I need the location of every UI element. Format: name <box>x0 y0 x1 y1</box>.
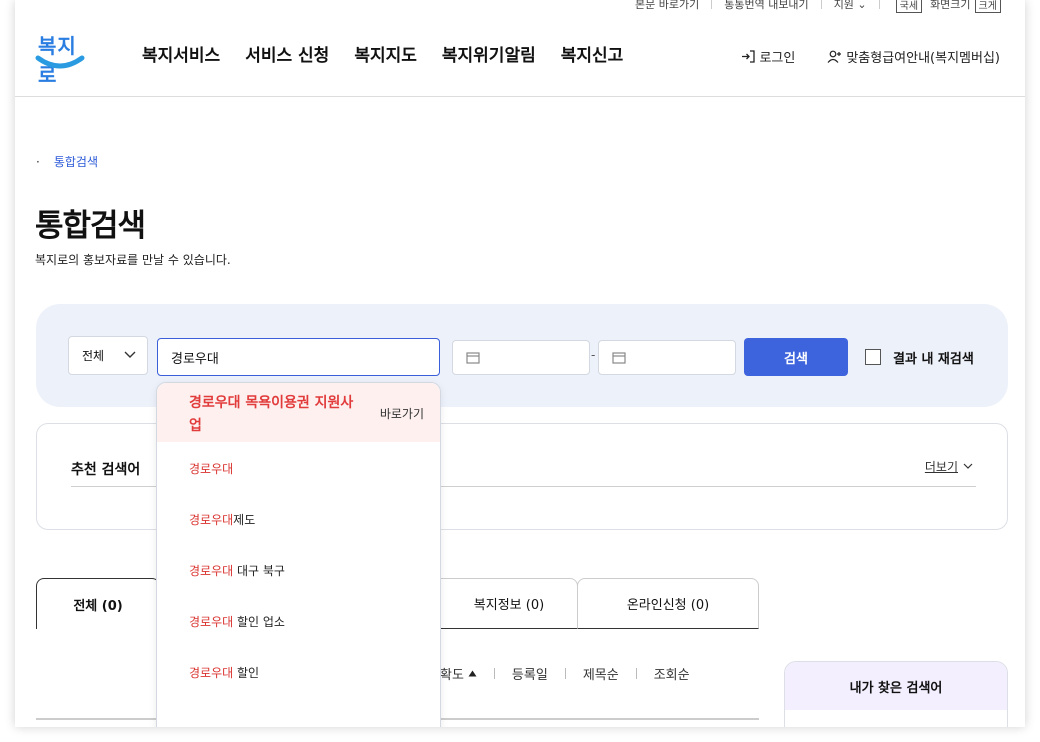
calendar-icon <box>612 351 626 364</box>
breadcrumb: · 통합검색 <box>36 153 98 170</box>
shortcut-title: 경로우대 목욕이용권 지원사업 <box>189 395 354 434</box>
my-searches-title: 내가 찾은 검색어 <box>785 662 1007 710</box>
divider <box>493 668 495 679</box>
autocomplete-item[interactable]: 경로우대 대구 북구 <box>189 562 285 579</box>
match-highlight: 경로우대 <box>189 666 234 680</box>
refine-search-label[interactable]: 결과 내 재검색 <box>893 348 974 367</box>
divider <box>635 668 637 679</box>
page-description: 복지로의 홍보자료를 만날 수 있습니다. <box>35 253 231 267</box>
calendar-icon <box>466 351 480 364</box>
suggestion-rest: 대구 북구 <box>233 564 285 578</box>
search-input[interactable] <box>157 338 440 376</box>
divider <box>564 668 566 679</box>
nav-welfare-service[interactable]: 복지서비스 <box>142 41 220 66</box>
date-range-dash: - <box>591 348 596 362</box>
autocomplete-item[interactable]: 경로우대제도 <box>189 511 255 528</box>
recommend-title: 추천 검색어 <box>71 462 141 478</box>
end-date-field[interactable] <box>598 340 736 375</box>
search-button[interactable]: 검색 <box>744 338 848 376</box>
shortcut-go-link[interactable]: 바로가기 <box>380 405 424 422</box>
sort-options: 확도 등록일 제목순 조회순 <box>440 664 690 683</box>
match-highlight: 경로우대 <box>189 615 234 629</box>
caret-up-icon <box>468 670 477 677</box>
membership-link[interactable]: 맞춤형급여안내(복지멤버십) <box>827 47 1000 66</box>
autocomplete-item[interactable]: 경로우대 할인 업소 <box>189 613 285 630</box>
sort-accuracy-label: 확도 <box>440 668 464 683</box>
category-value: 전체 <box>82 349 105 363</box>
suggestion-rest: 할인 업소 <box>233 615 285 629</box>
suggestion-rest: 제도 <box>233 513 256 527</box>
header-utility: 로그인 맞춤형급여안내(복지멤버십) <box>709 47 1000 66</box>
nav-welfare-map[interactable]: 복지지도 <box>354 41 417 66</box>
sort-registered[interactable]: 등록일 <box>512 664 548 683</box>
more-label: 더보기 <box>924 460 958 474</box>
autocomplete-shortcut-item[interactable]: 경로우대 목욕이용권 지원사업 바로가기 <box>157 383 440 442</box>
sort-title[interactable]: 제목순 <box>583 664 619 683</box>
breadcrumb-bullet: · <box>36 154 40 169</box>
tab-all[interactable]: 전체 (0) <box>36 578 160 629</box>
autocomplete-item[interactable]: 경로우대 할인 <box>189 664 259 681</box>
start-date-field[interactable] <box>452 340 590 375</box>
tab-welfare-info[interactable]: 복지정보 (0) <box>440 578 578 629</box>
match-highlight: 경로우대 <box>189 513 234 527</box>
membership-label: 맞춤형급여안내(복지멤버십) <box>846 51 1000 66</box>
breadcrumb-current[interactable]: 통합검색 <box>54 153 98 170</box>
page-title: 통합검색 <box>35 208 146 244</box>
user-plus-icon <box>827 50 842 63</box>
tab-online-apply[interactable]: 온라인신청 (0) <box>577 578 759 629</box>
login-label: 로그인 <box>759 51 796 66</box>
sort-accuracy[interactable]: 확도 <box>440 664 477 683</box>
nav-crisis-alert[interactable]: 복지위기알림 <box>442 41 536 66</box>
match-highlight: 경로우대 <box>189 462 234 476</box>
more-link[interactable]: 더보기 <box>925 458 973 475</box>
chevron-down-icon <box>124 351 136 358</box>
site-header: 복지로 복지서비스 서비스 신청 복지지도 복지위기알림 복지신고 로그인 맞춤… <box>15 0 1025 97</box>
login-icon <box>742 50 756 63</box>
autocomplete-item[interactable]: 경로우대 <box>189 460 233 477</box>
logo-smile-icon <box>35 55 85 69</box>
my-searches-panel: 내가 찾은 검색어 <box>784 661 1008 727</box>
main-nav: 복지서비스 서비스 신청 복지지도 복지위기알림 복지신고 <box>142 41 648 66</box>
nav-service-apply[interactable]: 서비스 신청 <box>245 41 329 66</box>
login-link[interactable]: 로그인 <box>741 47 795 66</box>
chevron-down-icon <box>963 463 973 469</box>
suggestion-rest: 할인 <box>233 666 260 680</box>
refine-search-checkbox[interactable] <box>865 349 881 365</box>
nav-welfare-report[interactable]: 복지신고 <box>561 41 624 66</box>
browser-page: 본문 바로가기 통통번역 내보내기 지원 ⌄ 국세 화면크기 크게 복지로 복지… <box>15 0 1025 727</box>
sort-views[interactable]: 조회순 <box>654 664 690 683</box>
site-logo[interactable]: 복지로 <box>35 30 87 87</box>
autocomplete-dropdown: 경로우대 목욕이용권 지원사업 바로가기 경로우대 경로우대제도 경로우대 대구… <box>156 382 441 727</box>
category-select[interactable]: 전체 <box>68 336 148 375</box>
match-highlight: 경로우대 <box>189 564 234 578</box>
